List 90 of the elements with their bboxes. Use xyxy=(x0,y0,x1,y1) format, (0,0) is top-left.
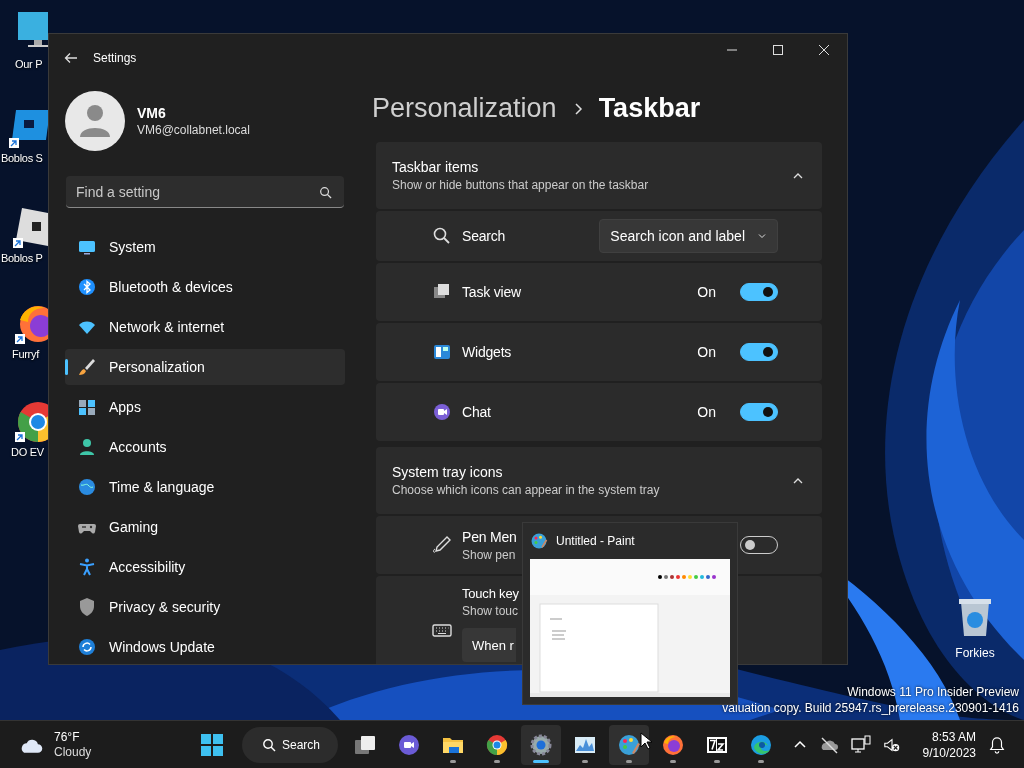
speaker-muted-icon xyxy=(882,735,901,754)
nav-item[interactable]: System xyxy=(65,229,345,265)
dropdown[interactable]: Search icon and label xyxy=(599,219,778,253)
setting-label: Search xyxy=(462,228,506,244)
section-subtitle: Show or hide buttons that appear on the taskbar xyxy=(392,178,650,192)
person-icon xyxy=(77,437,97,457)
pen-icon xyxy=(432,535,452,555)
watermark-text: valuation copy. Build 25947.rs_prerelease.230901-1416 xyxy=(722,701,1019,715)
chat-icon xyxy=(432,402,452,422)
nav-item[interactable]: Accessibility xyxy=(65,549,345,585)
setting-label: Pen Men xyxy=(462,528,517,545)
page-title: Taskbar xyxy=(598,93,701,124)
nav-item[interactable]: Accounts xyxy=(65,429,345,465)
shortcut-arrow-icon xyxy=(13,238,23,248)
chrome-icon xyxy=(485,732,509,757)
desktop-icon-label[interactable]: Furryf xyxy=(12,348,39,360)
firefox-icon xyxy=(661,732,685,757)
user-name: VM6 xyxy=(137,105,167,121)
widgets-icon xyxy=(432,342,452,362)
window-preview-title: Untitled - Paint xyxy=(556,534,635,548)
desktop-icon-label[interactable]: Boblos S xyxy=(1,152,43,164)
paint-palette-icon xyxy=(530,532,548,550)
toggle-state: On xyxy=(697,344,716,360)
clock-date[interactable]: 9/10/2023 xyxy=(922,745,976,760)
taskbar-app-button[interactable] xyxy=(521,724,561,765)
gear-icon xyxy=(529,732,553,757)
breadcrumb-link[interactable]: Personalization xyxy=(372,93,557,124)
nav-item[interactable]: Privacy & security xyxy=(65,589,345,625)
edge-icon xyxy=(749,732,773,757)
weather-condition: Cloudy xyxy=(54,745,92,759)
close-icon[interactable] xyxy=(818,43,830,56)
setting-description: Show touc xyxy=(462,604,519,618)
search-field[interactable]: Find a setting xyxy=(66,176,344,208)
window-title: Settings xyxy=(93,50,137,65)
bluetooth-icon xyxy=(77,277,97,297)
chevron-down-icon xyxy=(757,231,767,241)
search-icon xyxy=(319,186,332,199)
section-title: Taskbar items xyxy=(392,159,480,175)
nav-item[interactable]: Bluetooth & devices xyxy=(65,269,345,305)
toggle-switch[interactable] xyxy=(740,283,778,301)
toggle-state: On xyxy=(697,284,716,300)
chevron-right-icon xyxy=(572,101,583,116)
maximize-icon[interactable] xyxy=(772,43,784,56)
clock-time[interactable]: 8:53 AM xyxy=(931,729,976,744)
network-icon xyxy=(850,734,871,755)
toggle-switch[interactable] xyxy=(740,343,778,361)
accessibility-icon xyxy=(77,557,97,577)
paintbrush-icon xyxy=(77,357,97,377)
setting-description: Show pen xyxy=(462,547,517,562)
desktop-icon-label[interactable]: Our P xyxy=(15,58,43,70)
nav-item[interactable]: Time & language xyxy=(65,469,345,505)
dropdown[interactable]: When r xyxy=(462,628,516,662)
toggle-switch[interactable] xyxy=(740,403,778,421)
section-title: System tray icons xyxy=(392,464,504,480)
shield-icon xyxy=(77,597,97,617)
section-header[interactable]: System tray icons Choose which icons can appear in the system tray xyxy=(376,447,822,514)
search-icon xyxy=(262,737,276,752)
search-icon xyxy=(432,226,452,246)
nav-item[interactable]: Network & internet xyxy=(65,309,345,345)
weather-temperature: 76°F xyxy=(54,730,81,744)
setting-label: Task view xyxy=(462,284,521,300)
section-header[interactable]: Taskbar items Show or hide buttons that appear on the taskbar xyxy=(376,142,822,209)
toggle-state: On xyxy=(697,404,716,420)
shortcut-arrow-icon xyxy=(9,138,19,148)
setting-label: Chat xyxy=(462,404,491,420)
nav-item[interactable]: Gaming xyxy=(65,509,345,545)
video-chat-icon xyxy=(397,732,421,757)
nav-item[interactable]: Apps xyxy=(65,389,345,425)
shortcut-arrow-icon xyxy=(15,334,25,344)
avatar xyxy=(65,91,125,151)
window-thumbnail-drawing[interactable] xyxy=(530,559,730,697)
apps-icon xyxy=(77,397,97,417)
section-subtitle: Choose which icons can appear in the system tray xyxy=(392,483,661,497)
desktop-icon-label[interactable]: Forkies xyxy=(955,646,995,660)
nav-item[interactable]: Windows Update xyxy=(65,629,345,664)
nav-item[interactable]: Personalization xyxy=(65,349,345,385)
user-email: VM6@collabnet.local xyxy=(137,123,250,137)
desktop-icon-label[interactable]: DO EV xyxy=(11,446,44,458)
desktop-icon-label[interactable]: Boblos P xyxy=(1,252,43,264)
setting-label: Touch key xyxy=(462,586,519,601)
taskbar-search-button[interactable]: Search xyxy=(242,726,338,763)
mouse-pointer-icon xyxy=(640,732,652,750)
setting-label: Widgets xyxy=(462,344,512,360)
sync-icon xyxy=(77,637,97,657)
taskbar-app-button[interactable] xyxy=(609,724,649,765)
windows-logo-icon xyxy=(200,732,224,757)
bell-icon xyxy=(988,735,1006,754)
shortcut-arrow-icon xyxy=(15,432,25,442)
globe-icon xyxy=(77,477,97,497)
paint-palette-icon xyxy=(617,732,641,757)
